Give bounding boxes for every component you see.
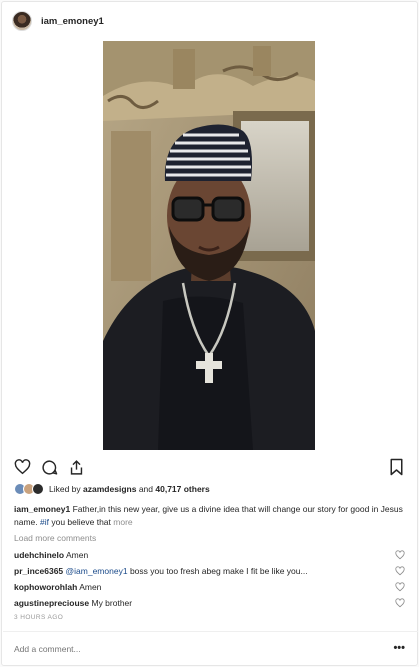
post-username[interactable]: iam_emoney1 xyxy=(41,16,104,27)
comment-user[interactable]: udehchinelo xyxy=(14,550,64,560)
share-icon xyxy=(70,459,82,475)
bookmark-icon xyxy=(390,458,402,476)
comment-icon xyxy=(41,459,57,475)
comment-item: kophoworohlah Amen xyxy=(14,581,409,597)
post-timestamp: 3 HOURS AGO xyxy=(14,614,64,621)
divider xyxy=(3,631,418,632)
comment-item: pr_ince6365 @iam_emoney1 boss you too fr… xyxy=(14,565,409,581)
comments-list: udehchinelo Amen pr_ince6365 @iam_emoney… xyxy=(14,549,409,613)
add-comment-input[interactable] xyxy=(14,644,374,654)
comment-text: boss you too fresh abeg make I fit be li… xyxy=(129,566,308,576)
heart-icon[interactable] xyxy=(395,566,405,576)
comment-text: Amen xyxy=(65,550,89,560)
heart-icon[interactable] xyxy=(395,550,405,560)
selfie-photo xyxy=(103,41,315,450)
caption-more-link[interactable]: more xyxy=(113,517,132,527)
post-photo[interactable] xyxy=(103,41,315,450)
action-bar xyxy=(12,457,408,477)
heart-icon xyxy=(14,459,30,475)
caption-username[interactable]: iam_emoney1 xyxy=(14,504,70,514)
post-header: iam_emoney1 xyxy=(12,10,104,32)
liker-avatar[interactable] xyxy=(32,483,44,495)
caption: iam_emoney1 Father,in this new year, giv… xyxy=(14,503,409,528)
caption-text-after: you believe that xyxy=(51,516,111,527)
comment-text: Amen xyxy=(79,582,102,592)
comment-button[interactable] xyxy=(39,457,59,477)
comment-mention[interactable]: @iam_emoney1 xyxy=(66,566,128,576)
comment-user[interactable]: agustinepreciouse xyxy=(14,598,89,608)
likes-row: Liked by azamdesigns and 40,717 others xyxy=(14,482,210,496)
heart-icon[interactable] xyxy=(395,582,405,592)
load-more-comments[interactable]: Load more comments xyxy=(14,533,96,543)
heart-icon[interactable] xyxy=(395,598,405,608)
likes-text: Liked by azamdesigns and 40,717 others xyxy=(49,484,210,494)
likes-conjunction: and xyxy=(138,484,153,494)
comment-item: agustinepreciouse My brother xyxy=(14,597,409,613)
likes-prefix: Liked by xyxy=(49,484,81,494)
post-card: iam_emoney1 Liked by azamdesigns and 40,… xyxy=(1,1,418,666)
avatar[interactable] xyxy=(12,11,32,31)
comment-text: My brother xyxy=(91,598,133,608)
share-button[interactable] xyxy=(66,457,86,477)
comment-user[interactable]: pr_ince6365 xyxy=(14,566,63,576)
like-button[interactable] xyxy=(12,457,32,477)
bookmark-button[interactable] xyxy=(386,457,406,477)
comment-user[interactable]: kophoworohlah xyxy=(14,582,77,592)
likes-user[interactable]: azamdesigns xyxy=(83,484,136,494)
caption-hashtag[interactable]: #if xyxy=(40,517,49,527)
comment-item: udehchinelo Amen xyxy=(14,549,409,565)
options-icon[interactable]: ••• xyxy=(393,642,405,654)
likes-count[interactable]: 40,717 others xyxy=(155,484,209,494)
